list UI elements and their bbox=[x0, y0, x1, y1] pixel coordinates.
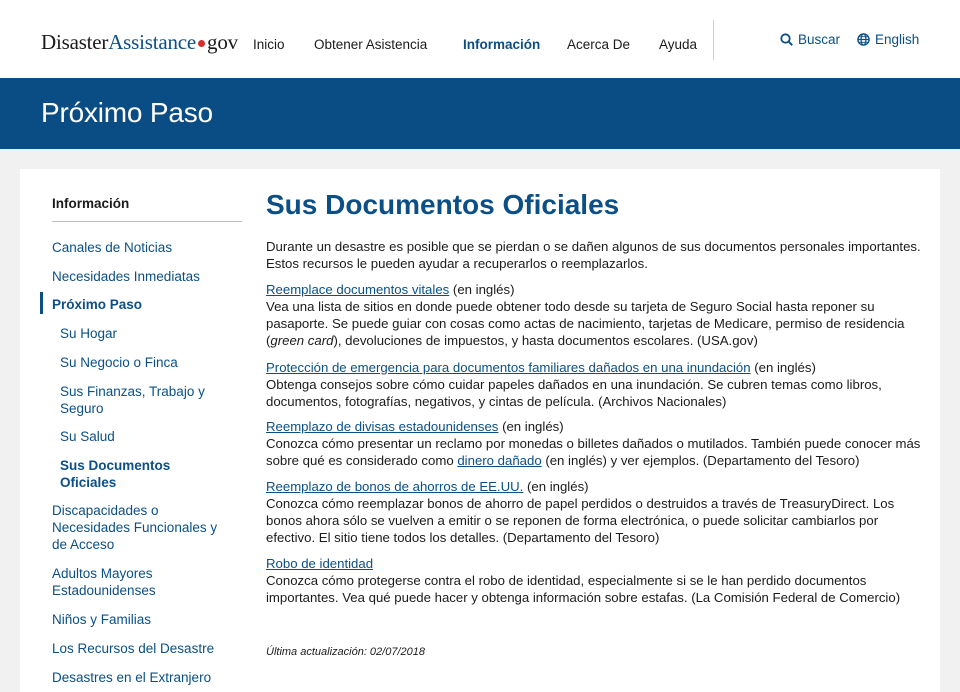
section-robo-identidad: Robo de identidad Conozca cómo protegers… bbox=[266, 555, 926, 606]
sidebar-active-indicator bbox=[40, 292, 43, 314]
nav-divider bbox=[713, 20, 714, 60]
search-button[interactable]: Buscar bbox=[780, 32, 840, 47]
nav-inicio[interactable]: Inicio bbox=[253, 37, 285, 52]
logo-dot-icon bbox=[198, 39, 206, 47]
section-description: Conozca cómo protegerse contra el robo d… bbox=[266, 573, 901, 605]
logo-text-gov: gov bbox=[207, 30, 238, 54]
sidebar-nav: Información bbox=[52, 196, 242, 222]
sidebar-item-recursos-del-desastre[interactable]: Los Recursos del Desastre bbox=[52, 640, 214, 657]
lang-note: (en inglés) bbox=[523, 479, 589, 494]
section-documentos-vitales: Reemplace documentos vitales (en inglés)… bbox=[266, 281, 926, 349]
sidebar-item-discapacidades[interactable]: Discapacidades o Necesidades Funcionales… bbox=[52, 502, 227, 553]
globe-icon bbox=[857, 33, 870, 46]
section-proteccion-emergencia: Protección de emergencia para documentos… bbox=[266, 359, 926, 410]
language-label: English bbox=[875, 32, 920, 47]
site-header: DisasterAssistance gov Inicio Obtener Asi… bbox=[0, 0, 960, 78]
sidebar-item-ninos-y-familias[interactable]: Niños y Familias bbox=[52, 611, 151, 628]
search-icon bbox=[780, 33, 793, 46]
nav-ayuda[interactable]: Ayuda bbox=[659, 37, 697, 52]
sidebar-heading: Información bbox=[52, 196, 242, 222]
nav-acerca-de[interactable]: Acerca De bbox=[567, 37, 630, 52]
sidebar-item-adultos-mayores[interactable]: Adultos Mayores Estadounidenses bbox=[52, 565, 192, 599]
section-description-end: ), devoluciones de impuestos, y hasta do… bbox=[333, 333, 758, 348]
last-updated: Última actualización: 02/07/2018 bbox=[266, 646, 425, 658]
section-description-end: (en inglés) y ver ejemplos. (Departament… bbox=[541, 453, 860, 468]
logo-text-disaster: Disaster bbox=[41, 30, 109, 54]
sidebar-item-su-hogar[interactable]: Su Hogar bbox=[60, 325, 117, 342]
section-description: Obtenga consejos sobre cómo cuidar papel… bbox=[266, 377, 882, 409]
link-robo-de-identidad[interactable]: Robo de identidad bbox=[266, 556, 373, 571]
nav-obtener-asistencia[interactable]: Obtener Asistencia bbox=[314, 37, 427, 52]
section-description-emphasis: green card bbox=[270, 333, 334, 348]
link-dinero-danado[interactable]: dinero dañado bbox=[457, 453, 541, 468]
lang-note: (en inglés) bbox=[498, 419, 564, 434]
sidebar-item-su-salud[interactable]: Su Salud bbox=[60, 428, 115, 445]
page-banner: Próximo Paso bbox=[0, 78, 960, 149]
section-reemplazo-divisas: Reemplazo de divisas estadounidenses (en… bbox=[266, 418, 926, 469]
nav-informacion[interactable]: Información bbox=[463, 37, 540, 52]
link-proteccion-emergencia[interactable]: Protección de emergencia para documentos… bbox=[266, 360, 751, 375]
logo-text-assistance: Assistance bbox=[108, 30, 197, 54]
lang-note: (en inglés) bbox=[750, 360, 816, 375]
section-bonos-ahorro: Reemplazo de bonos de ahorros de EE.UU. … bbox=[266, 478, 926, 546]
sidebar-item-canales-de-noticias[interactable]: Canales de Noticias bbox=[52, 239, 172, 256]
lang-note: (en inglés) bbox=[449, 282, 515, 297]
language-toggle[interactable]: English bbox=[857, 32, 919, 47]
sidebar-item-sus-documentos-oficiales[interactable]: Sus Documentos Oficiales bbox=[60, 457, 190, 491]
section-description: Conozca cómo reemplazar bonos de ahorro … bbox=[266, 496, 895, 545]
sidebar-item-desastres-extranjero[interactable]: Desastres en el Extranjero bbox=[52, 669, 211, 686]
banner-title: Próximo Paso bbox=[41, 97, 213, 128]
site-logo[interactable]: DisasterAssistance gov bbox=[41, 30, 238, 55]
sidebar-item-su-negocio-o-finca[interactable]: Su Negocio o Finca bbox=[60, 354, 178, 371]
sidebar-item-sus-finanzas[interactable]: Sus Finanzas, Trabajo y Seguro bbox=[60, 383, 220, 417]
intro-paragraph: Durante un desastre es posible que se pi… bbox=[266, 239, 921, 271]
link-reemplace-documentos-vitales[interactable]: Reemplace documentos vitales bbox=[266, 282, 449, 297]
sidebar-item-necesidades-inmediatas[interactable]: Necesidades Inmediatas bbox=[52, 268, 200, 285]
search-label: Buscar bbox=[798, 32, 841, 47]
link-reemplazo-divisas[interactable]: Reemplazo de divisas estadounidenses bbox=[266, 419, 498, 434]
link-reemplazo-bonos[interactable]: Reemplazo de bonos de ahorros de EE.UU. bbox=[266, 479, 523, 494]
sidebar-item-proximo-paso[interactable]: Próximo Paso bbox=[52, 296, 142, 313]
page-title: Sus Documentos Oficiales bbox=[266, 189, 620, 220]
